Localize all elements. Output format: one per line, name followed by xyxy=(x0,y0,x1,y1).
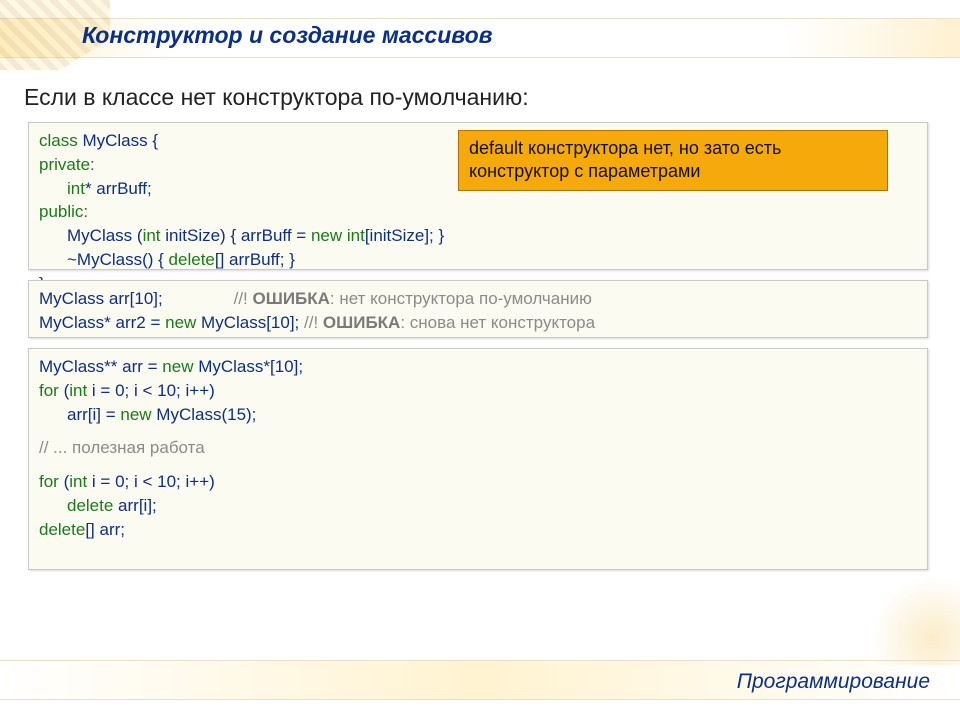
code-line: MyClass arr[10]; //! ОШИБКА: нет констру… xyxy=(39,287,917,311)
code-line: for (int i = 0; i < 10; i++) xyxy=(39,470,917,494)
blank-line xyxy=(39,460,917,470)
code-line: delete arr[i]; xyxy=(39,494,917,518)
code-line: delete[] arr; xyxy=(39,518,917,542)
blank-line xyxy=(39,426,917,436)
code-line: for (int i = 0; i < 10; i++) xyxy=(39,379,917,403)
footer-decoration xyxy=(870,575,960,665)
code-line: MyClass** arr = new MyClass*[10]; xyxy=(39,355,917,379)
callout-note: default конструктора нет, но зато есть к… xyxy=(458,130,888,191)
code-line: MyClass (int initSize) { arrBuff = new i… xyxy=(39,224,917,248)
slide-title: Конструктор и создание массивов xyxy=(82,22,493,49)
code-block-errors: MyClass arr[10]; //! ОШИБКА: нет констру… xyxy=(28,280,928,338)
code-line: public: xyxy=(39,200,917,224)
slide-subtitle: Если в классе нет конструктора по-умолча… xyxy=(24,84,529,111)
code-line: ~MyClass() { delete[] arrBuff; } xyxy=(39,248,917,272)
footer-label: Программирование xyxy=(737,670,930,694)
code-line: MyClass* arr2 = new MyClass[10]; //! ОШИ… xyxy=(39,311,917,335)
code-line: // ... полезная работа xyxy=(39,436,917,460)
code-block-workaround: MyClass** arr = new MyClass*[10]; for (i… xyxy=(28,348,928,570)
code-line: arr[i] = new MyClass(15); xyxy=(39,403,917,427)
